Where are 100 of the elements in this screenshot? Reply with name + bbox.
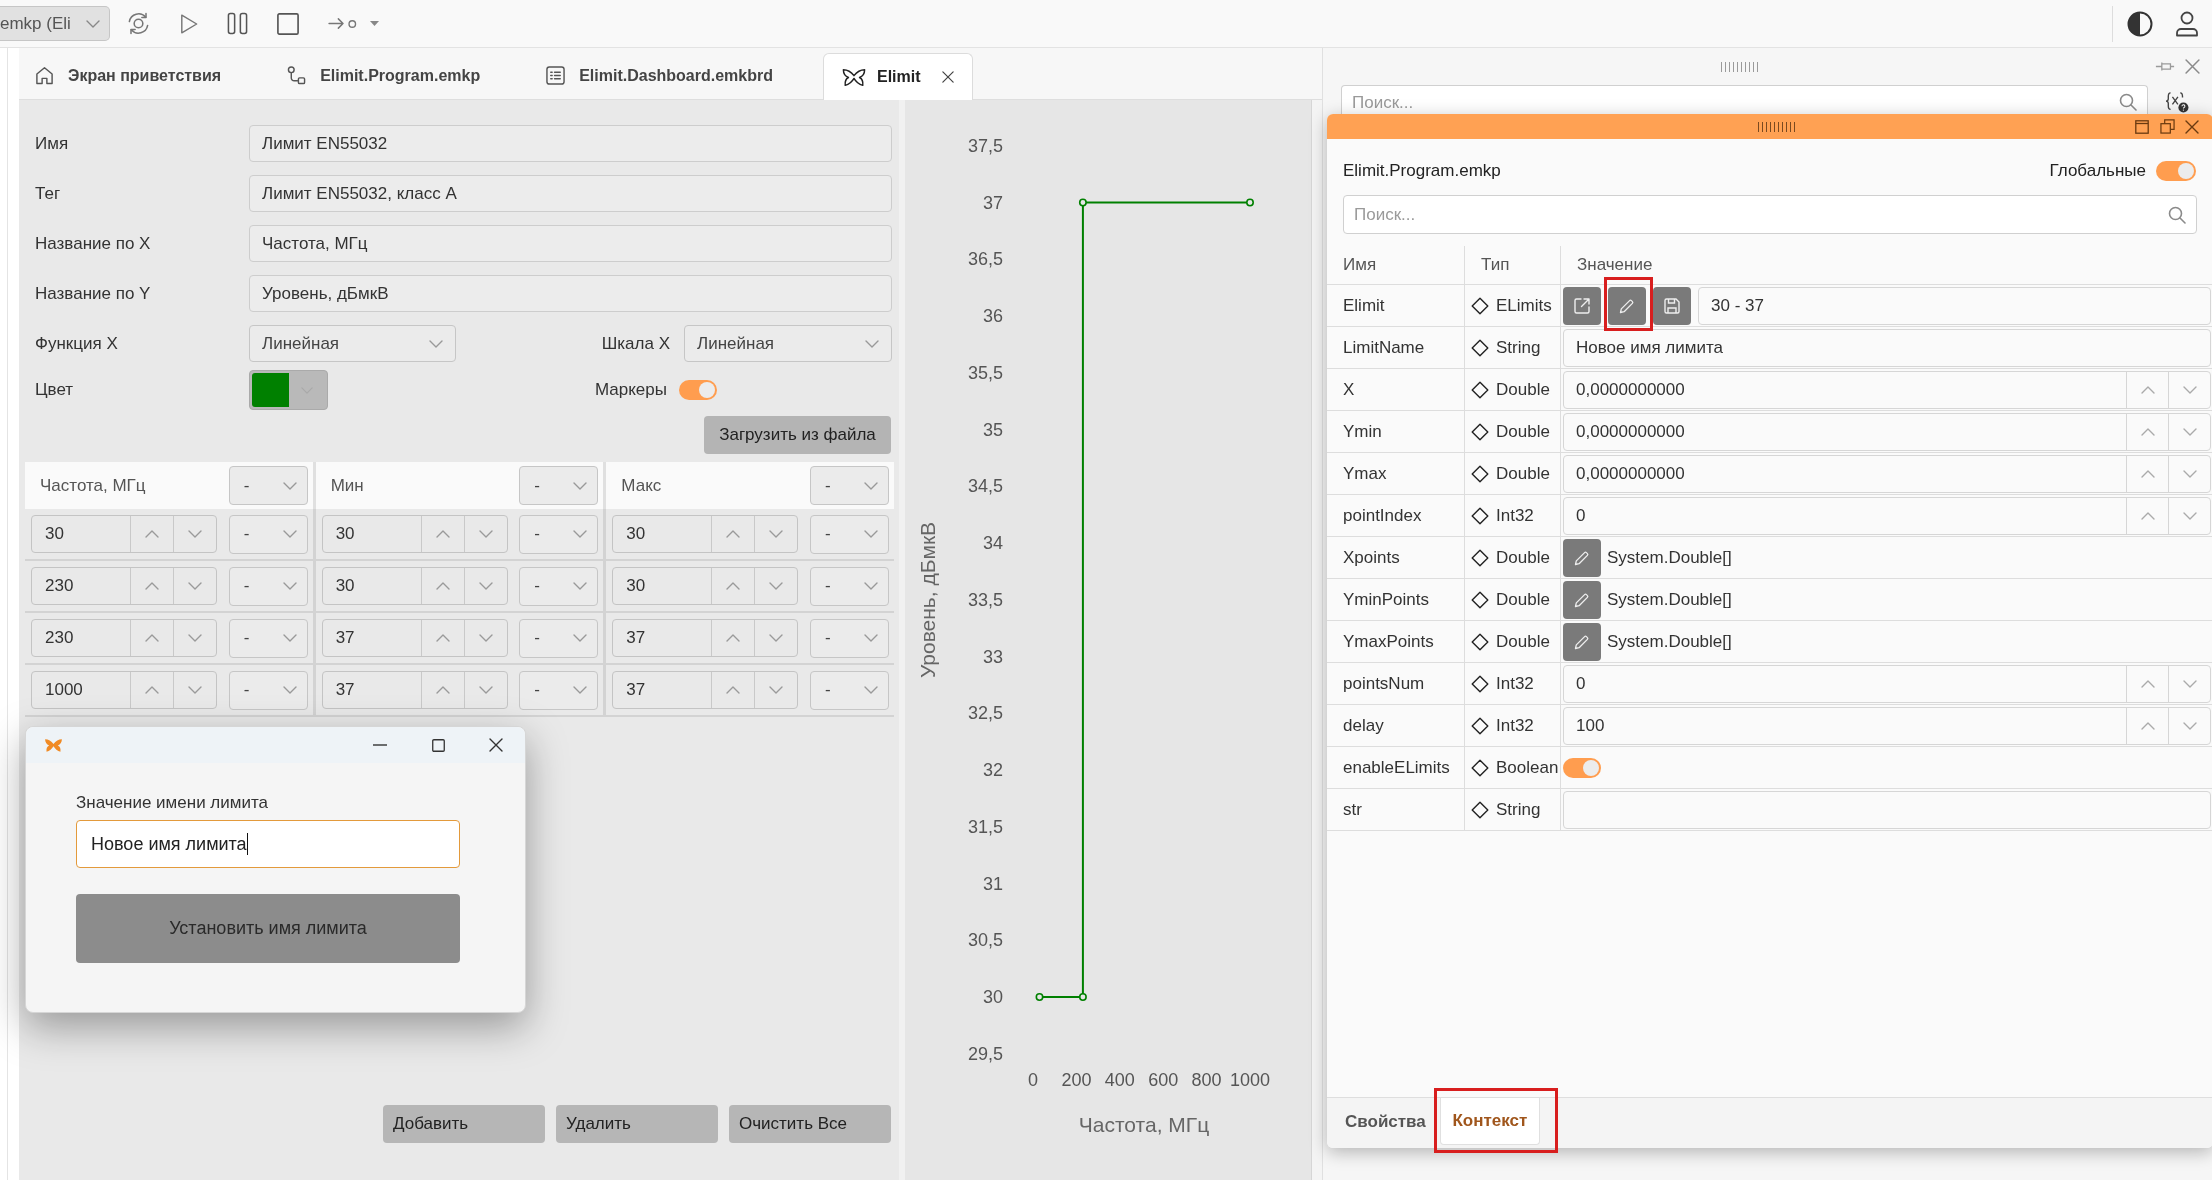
- variable-name: pointsNum: [1343, 672, 1425, 695]
- project-dropdown[interactable]: emkp (Eli: [0, 6, 110, 41]
- dropdown[interactable]: Линейная: [249, 325, 456, 362]
- edit-button[interactable]: [1563, 538, 1601, 577]
- tab[interactable]: Elimit: [823, 53, 973, 100]
- action-button[interactable]: Добавить: [383, 1105, 545, 1143]
- contrast-icon[interactable]: [2127, 10, 2153, 37]
- variable-icon[interactable]: [2165, 91, 2189, 113]
- chevron-up-icon: [2140, 427, 2155, 436]
- unit-dropdown[interactable]: -: [810, 514, 889, 554]
- stop-icon[interactable]: [277, 12, 299, 35]
- variable-name: YminPoints: [1343, 588, 1429, 611]
- number-input[interactable]: 0,0000000000: [1563, 454, 2211, 493]
- maximize-icon[interactable]: [2135, 119, 2149, 134]
- unit-dropdown[interactable]: -: [228, 618, 308, 658]
- unit-dropdown[interactable]: -: [810, 618, 889, 658]
- unit-dropdown[interactable]: -: [228, 670, 308, 710]
- chevron-up-icon: [2140, 469, 2155, 478]
- chevron-down-icon: [864, 481, 878, 490]
- unit-dropdown[interactable]: -: [519, 670, 599, 710]
- number-input[interactable]: 230: [31, 567, 217, 605]
- unit-dropdown[interactable]: -: [810, 466, 889, 505]
- number-input[interactable]: 37: [321, 619, 508, 657]
- minimize-icon: [373, 744, 387, 746]
- load-button[interactable]: Загрузить из файла: [704, 416, 891, 454]
- type-label: Double: [1496, 462, 1550, 485]
- number-input[interactable]: 0: [1563, 664, 2211, 703]
- toggle-switch[interactable]: [679, 380, 717, 400]
- number-input[interactable]: 37: [612, 619, 799, 657]
- unit-dropdown[interactable]: -: [519, 566, 599, 606]
- set-name-button[interactable]: Установить имя лимита: [76, 894, 460, 963]
- diamond-icon: [1471, 548, 1489, 567]
- grip-icon[interactable]: [1720, 61, 1758, 72]
- restore-icon[interactable]: [2160, 119, 2175, 134]
- unit-dropdown[interactable]: -: [519, 514, 599, 554]
- text-field[interactable]: Лимит EN55032, класс A: [249, 175, 892, 212]
- number-input[interactable]: 37: [612, 671, 799, 709]
- text-field[interactable]: Уровень, дБмкВ: [249, 275, 892, 312]
- chevron-up-icon: [2140, 679, 2155, 688]
- tab[interactable]: Свойства: [1327, 1098, 1432, 1145]
- edit-button[interactable]: [1608, 286, 1646, 325]
- type-label: Int32: [1496, 672, 1534, 695]
- number-input[interactable]: 30: [612, 515, 799, 553]
- number-input[interactable]: 230: [31, 619, 217, 657]
- text-field[interactable]: Лимит EN55032: [249, 125, 892, 162]
- unit-dropdown[interactable]: -: [228, 466, 308, 505]
- unit-dropdown[interactable]: -: [810, 566, 889, 606]
- open-button[interactable]: [1563, 286, 1601, 325]
- action-button[interactable]: Удалить: [556, 1105, 718, 1143]
- axis-title: Частота, МГц: [1078, 1112, 1210, 1136]
- grip-icon[interactable]: [1757, 121, 1795, 132]
- number-input[interactable]: 30: [31, 515, 217, 553]
- text-field[interactable]: [1563, 790, 2211, 829]
- unit-dropdown[interactable]: -: [228, 514, 308, 554]
- axis-title: Уровень, дБмкВ: [915, 521, 939, 679]
- text-input[interactable]: Новое имя лимита: [76, 820, 460, 868]
- toggle-switch[interactable]: [1563, 757, 1601, 778]
- edit-button[interactable]: [1563, 580, 1601, 619]
- edit-button[interactable]: [1563, 622, 1601, 661]
- tab[interactable]: Контекст: [1439, 1098, 1540, 1145]
- column-header: Макс: [621, 474, 662, 497]
- tab[interactable]: Экран приветствия: [19, 52, 238, 99]
- dropdown[interactable]: Линейная: [684, 325, 892, 362]
- action-button[interactable]: Очистить Все: [729, 1105, 891, 1143]
- tab[interactable]: Elimit.Program.emkp: [271, 52, 497, 99]
- arrow-circle-icon[interactable]: [328, 17, 358, 30]
- text-field[interactable]: Частота, МГц: [249, 225, 892, 262]
- close-icon[interactable]: [2185, 119, 2199, 134]
- unit-dropdown[interactable]: -: [519, 618, 599, 658]
- save-button[interactable]: [1653, 286, 1691, 325]
- text-field[interactable]: 30 - 37: [1698, 286, 2211, 325]
- pencil-icon: [1619, 297, 1635, 314]
- text-field[interactable]: Новое имя лимита: [1563, 328, 2211, 367]
- play-icon[interactable]: [180, 12, 198, 35]
- chevron-up-icon: [145, 530, 159, 538]
- tab[interactable]: Elimit.Dashboard.emkbrd: [530, 52, 789, 99]
- tick-label: 400: [1104, 1070, 1135, 1090]
- number-input[interactable]: 0,0000000000: [1563, 370, 2211, 409]
- number-input[interactable]: 1000: [31, 671, 217, 709]
- value-text: System.Double[]: [1607, 588, 1732, 611]
- unit-dropdown[interactable]: -: [810, 670, 889, 710]
- number-input[interactable]: 30: [321, 515, 508, 553]
- number-input[interactable]: 30: [321, 567, 508, 605]
- caret-down-icon[interactable]: [370, 21, 379, 26]
- user-icon[interactable]: [2175, 10, 2199, 37]
- sync-icon[interactable]: [126, 11, 151, 36]
- number-input[interactable]: 30: [612, 567, 799, 605]
- number-input[interactable]: 0,0000000000: [1563, 412, 2211, 451]
- pin-icon[interactable]: [2155, 61, 2175, 72]
- close-icon[interactable]: [941, 71, 954, 83]
- number-input[interactable]: 37: [321, 671, 508, 709]
- number-input[interactable]: 100: [1563, 706, 2211, 745]
- unit-dropdown[interactable]: -: [519, 466, 599, 505]
- type-label: Double: [1496, 378, 1550, 401]
- color-picker[interactable]: [249, 370, 328, 410]
- pause-icon[interactable]: [227, 12, 248, 35]
- toggle-switch[interactable]: [2156, 161, 2196, 181]
- unit-dropdown[interactable]: -: [228, 566, 308, 606]
- number-input[interactable]: 0: [1563, 496, 2211, 535]
- field-label: Цвет: [35, 380, 74, 400]
